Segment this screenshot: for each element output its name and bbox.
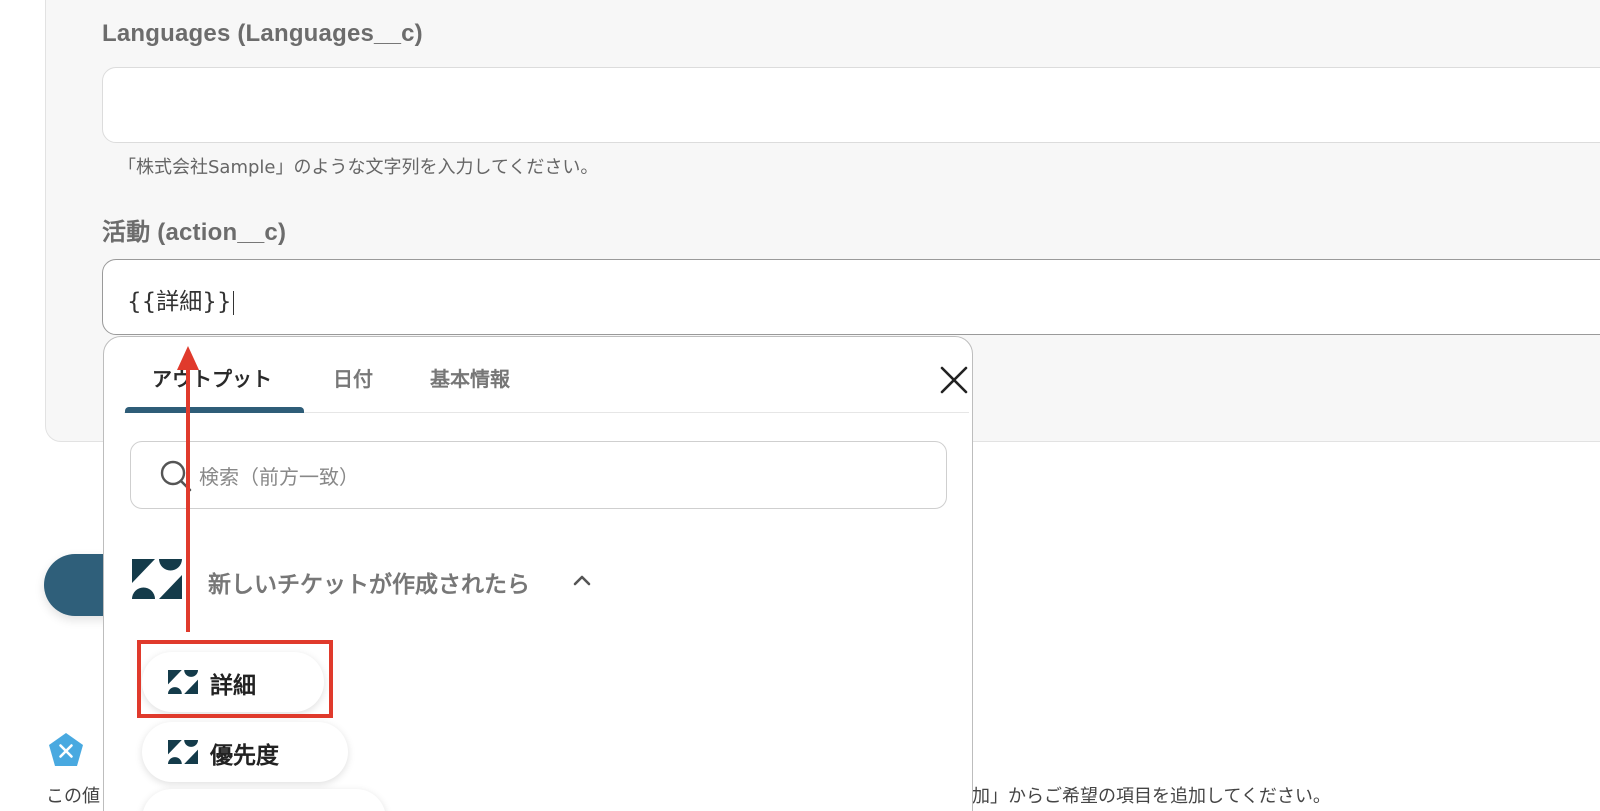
text-caret (232, 290, 234, 315)
close-icon[interactable] (939, 365, 969, 395)
bottom-description-right: 加」からご希望の項目を追加してください。 (972, 786, 1331, 807)
search-input[interactable] (197, 456, 921, 498)
output-item-partial[interactable] (142, 789, 386, 811)
output-item-label: 優先度 (210, 743, 279, 769)
languages-helper-text: 「株式会社Sample」のような文字列を入力してください。 (118, 157, 599, 178)
action-input[interactable]: {{詳細}} (102, 259, 1600, 335)
picker-tabs: アウトプット 日付 基本情報 (124, 337, 969, 413)
search-box (130, 441, 947, 509)
tab-date[interactable]: 日付 (333, 363, 373, 392)
active-tab-indicator (125, 407, 304, 413)
pentagon-x-icon (49, 733, 83, 766)
action-input-value: {{詳細}} (127, 289, 232, 315)
zendesk-logo-icon (168, 740, 198, 764)
annotation-arrow-icon (177, 346, 199, 632)
action-field-label: 活動 (action__c) (102, 219, 287, 246)
chevron-up-icon (573, 575, 591, 586)
section-title: 新しいチケットが作成されたら (208, 572, 530, 598)
tab-basic-info[interactable]: 基本情報 (430, 363, 510, 392)
languages-input[interactable] (102, 67, 1600, 143)
bottom-description-left: この値 (46, 786, 100, 807)
output-picker-dropdown: アウトプット 日付 基本情報 新しいチケットが作成されたら (103, 336, 973, 811)
page: Languages (Languages__c) 「株式会社Sample」のよう… (0, 0, 1600, 811)
languages-field-label: Languages (Languages__c) (102, 20, 423, 47)
output-item-priority[interactable]: 優先度 (142, 722, 348, 782)
annotation-highlight-box (137, 640, 333, 718)
